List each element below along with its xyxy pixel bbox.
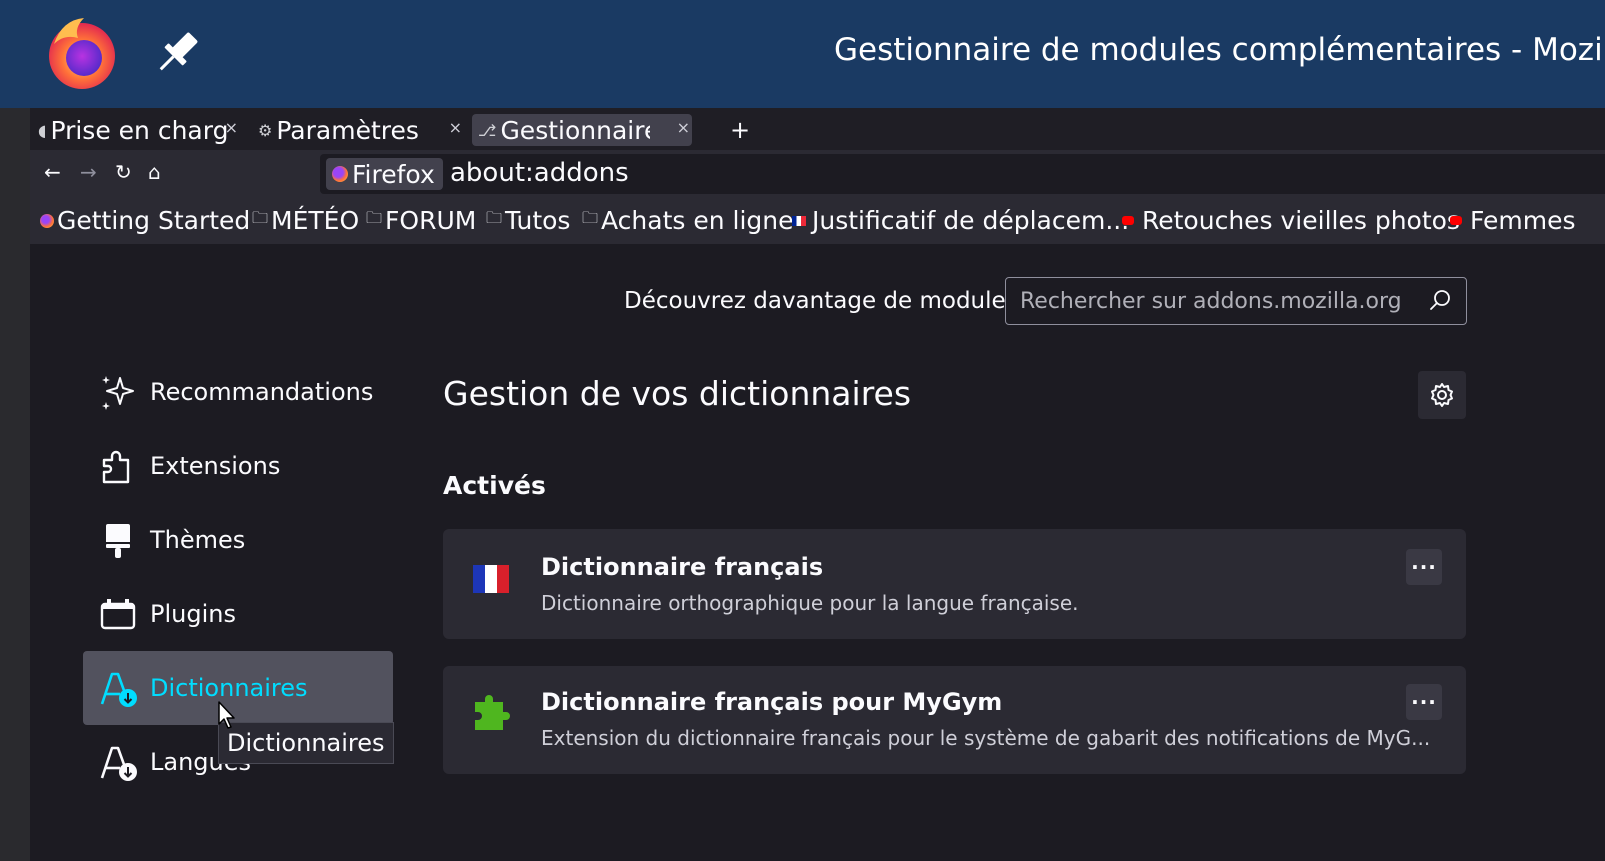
french-flag-icon bbox=[473, 565, 509, 593]
addon-name[interactable]: Dictionnaire français bbox=[541, 553, 823, 581]
discover-label: Découvrez davantage de modules bbox=[624, 288, 1018, 314]
language-icon bbox=[98, 742, 138, 782]
addons-search-box[interactable] bbox=[1005, 277, 1467, 325]
sidebar-item-recommendations[interactable]: Recommandations bbox=[83, 355, 393, 429]
identity-box[interactable]: Firefox bbox=[326, 158, 443, 190]
sidebar-item-extensions[interactable]: Extensions bbox=[83, 429, 393, 503]
bookmark-label: Achats en ligne bbox=[601, 206, 794, 235]
sidebar-item-label: Extensions bbox=[150, 452, 281, 480]
new-tab-button[interactable]: + bbox=[730, 116, 750, 144]
search-icon[interactable] bbox=[1428, 288, 1452, 312]
puzzle-icon bbox=[98, 446, 138, 486]
sidebar-item-label: Plugins bbox=[150, 600, 236, 628]
sidebar-item-themes[interactable]: Thèmes bbox=[83, 503, 393, 577]
sparkle-icon bbox=[98, 372, 138, 412]
identity-label: Firefox bbox=[352, 159, 435, 189]
tab-label: Gestionnaire c bbox=[500, 115, 651, 145]
addon-description: Dictionnaire orthographique pour la lang… bbox=[541, 591, 1079, 615]
mouse-cursor-icon bbox=[218, 701, 235, 729]
bookmark-label: Tutos bbox=[505, 206, 571, 235]
back-button[interactable]: ← bbox=[44, 160, 61, 184]
youtube-icon bbox=[1450, 216, 1462, 225]
gear-icon: ⚙ bbox=[258, 120, 273, 140]
addon-description: Extension du dictionnaire français pour … bbox=[541, 726, 1431, 750]
search-input[interactable] bbox=[1018, 286, 1422, 316]
green-puzzle-icon bbox=[475, 695, 510, 730]
bookmark-label: FORUM bbox=[385, 206, 477, 235]
folder-icon: 🗀 bbox=[486, 208, 503, 227]
flag-icon bbox=[792, 215, 806, 226]
help-icon: ◖ bbox=[38, 120, 47, 140]
bookmark-achats[interactable]: 🗀 Achats en ligne bbox=[582, 206, 794, 235]
home-button[interactable]: ⌂ bbox=[148, 160, 161, 184]
tab-label: Prise en charg bbox=[50, 115, 229, 145]
brush-icon bbox=[98, 520, 138, 560]
pin-icon[interactable] bbox=[150, 26, 204, 80]
sidebar-item-label: Thèmes bbox=[150, 526, 246, 554]
bookmarks-toolbar: Getting Started 🗀 MÉTÉO 🗀 FORUM 🗀 Tutos … bbox=[30, 198, 1605, 244]
reload-button[interactable]: ↻ bbox=[115, 160, 132, 184]
window-titlebar: Gestionnaire de modules complémentaires … bbox=[0, 0, 1605, 108]
bookmark-retouches[interactable]: Retouches vieilles photos bbox=[1122, 206, 1460, 235]
folder-icon: 🗀 bbox=[366, 208, 383, 227]
bookmark-label: Femmes bbox=[1470, 206, 1576, 235]
bookmark-justificatif[interactable]: Justificatif de déplacem... bbox=[792, 206, 1129, 235]
addon-card[interactable]: Dictionnaire français Dictionnaire ortho… bbox=[443, 529, 1466, 639]
navigation-toolbar: ← → ↻ ⌂ Firefox about:addons bbox=[30, 150, 1605, 198]
plugin-icon bbox=[98, 594, 138, 634]
url-text[interactable]: about:addons bbox=[450, 158, 629, 188]
tab-addons[interactable]: ⎇ Gestionnaire c × bbox=[472, 114, 692, 146]
bookmark-label: MÉTÉO bbox=[271, 206, 360, 235]
firefox-icon bbox=[40, 213, 54, 228]
window-title: Gestionnaire de modules complémentaires … bbox=[834, 32, 1605, 68]
bookmark-getting-started[interactable]: Getting Started bbox=[40, 206, 250, 235]
tab-settings[interactable]: ⚙ Paramètres × bbox=[258, 114, 464, 146]
gear-icon bbox=[1431, 383, 1453, 407]
tooltip: Dictionnaires bbox=[218, 722, 394, 764]
bookmark-label: Justificatif de déplacem... bbox=[812, 206, 1130, 235]
sidebar-item-label: Recommandations bbox=[150, 378, 374, 406]
sidebar-item-plugins[interactable]: Plugins bbox=[83, 577, 393, 651]
bookmark-femmes[interactable]: Femmes bbox=[1450, 206, 1576, 235]
addon-more-options-button[interactable]: ··· bbox=[1406, 549, 1442, 585]
url-bar[interactable]: Firefox about:addons bbox=[320, 154, 1605, 194]
sidebar-item-label: Dictionnaires bbox=[150, 674, 308, 702]
close-icon[interactable]: × bbox=[225, 118, 238, 137]
folder-icon: 🗀 bbox=[252, 208, 269, 227]
addon-card[interactable]: Dictionnaire français pour MyGym Extensi… bbox=[443, 666, 1466, 774]
firefox-logo-icon bbox=[49, 18, 115, 89]
section-title-enabled: Activés bbox=[443, 471, 546, 500]
tab-label: Paramètres bbox=[276, 115, 419, 145]
bookmark-label: Getting Started bbox=[57, 206, 251, 235]
tab-support[interactable]: ◖ Prise en charg × bbox=[38, 114, 240, 146]
close-icon[interactable]: × bbox=[449, 118, 462, 137]
youtube-icon bbox=[1122, 216, 1134, 225]
puzzle-icon: ⎇ bbox=[478, 120, 497, 140]
bookmark-label: Retouches vieilles photos bbox=[1142, 206, 1460, 235]
page-options-button[interactable] bbox=[1418, 371, 1466, 419]
window-left-gutter bbox=[0, 108, 30, 861]
bookmark-forum[interactable]: 🗀 FORUM bbox=[366, 206, 476, 235]
addon-name[interactable]: Dictionnaire français pour MyGym bbox=[541, 688, 1002, 716]
page-title: Gestion de vos dictionnaires bbox=[443, 374, 912, 413]
dictionary-icon bbox=[98, 668, 138, 708]
firefox-icon bbox=[332, 166, 348, 182]
bookmark-meteo[interactable]: 🗀 MÉTÉO bbox=[252, 206, 359, 235]
bookmark-tutos[interactable]: 🗀 Tutos bbox=[486, 206, 570, 235]
forward-button[interactable]: → bbox=[80, 160, 97, 184]
folder-icon: 🗀 bbox=[582, 208, 599, 227]
addon-more-options-button[interactable]: ··· bbox=[1406, 684, 1442, 720]
close-icon[interactable]: × bbox=[677, 118, 690, 137]
tab-strip: ◖ Prise en charg × ⚙ Paramètres × ⎇ Gest… bbox=[30, 108, 1605, 150]
